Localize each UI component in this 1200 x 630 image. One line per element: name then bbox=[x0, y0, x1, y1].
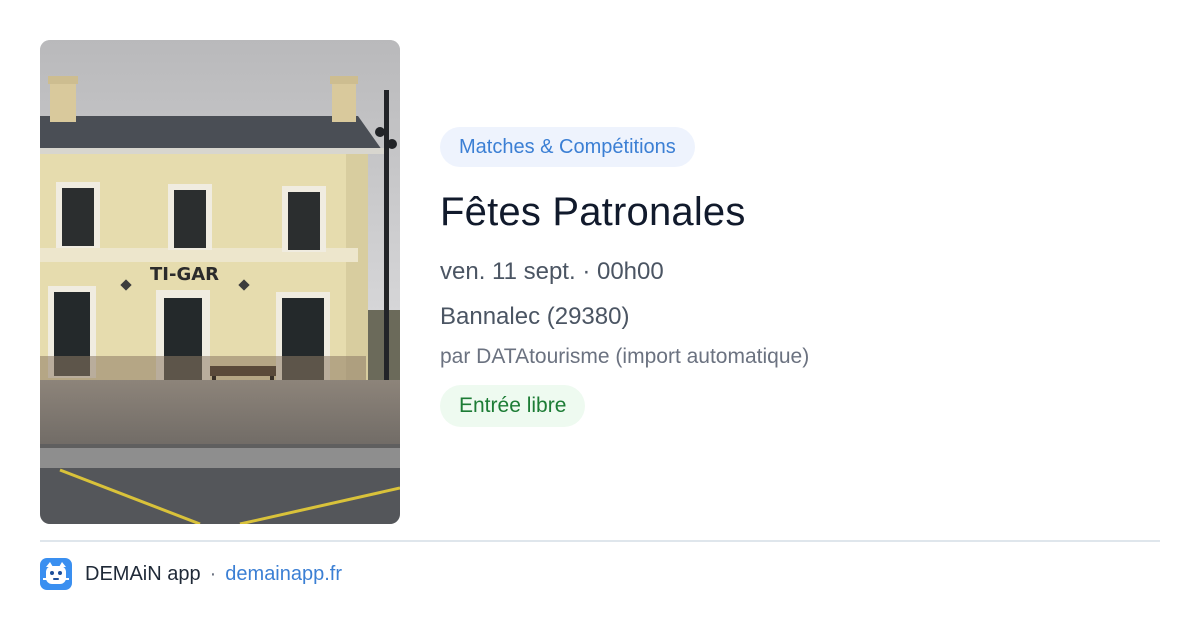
event-photo: TI-GAR bbox=[40, 40, 400, 524]
category-badge[interactable]: Matches & Compétitions bbox=[440, 127, 695, 167]
event-share-card: TI-GAR Matches & Compétitions Fêtes Patr… bbox=[0, 0, 1200, 630]
site-link[interactable]: demainapp.fr bbox=[225, 563, 342, 586]
event-location: Bannalec (29380) bbox=[440, 303, 630, 330]
station-sign: TI-GAR bbox=[150, 264, 219, 285]
event-info: Matches & Compétitions Fêtes Patronales … bbox=[440, 127, 1160, 427]
event-datetime: ven. 11 sept. · 00h00 bbox=[440, 258, 664, 285]
footer-divider bbox=[40, 540, 1160, 542]
footer-separator: · bbox=[209, 562, 217, 585]
footer: DEMAiN app · demainapp.fr bbox=[40, 558, 342, 590]
app-name: DEMAiN app bbox=[85, 562, 201, 585]
price-badge: Entrée libre bbox=[440, 385, 586, 427]
event-title: Fêtes Patronales bbox=[440, 190, 746, 234]
app-logo-icon bbox=[40, 558, 72, 590]
event-source: par DATAtourisme (import automatique) bbox=[440, 345, 810, 368]
